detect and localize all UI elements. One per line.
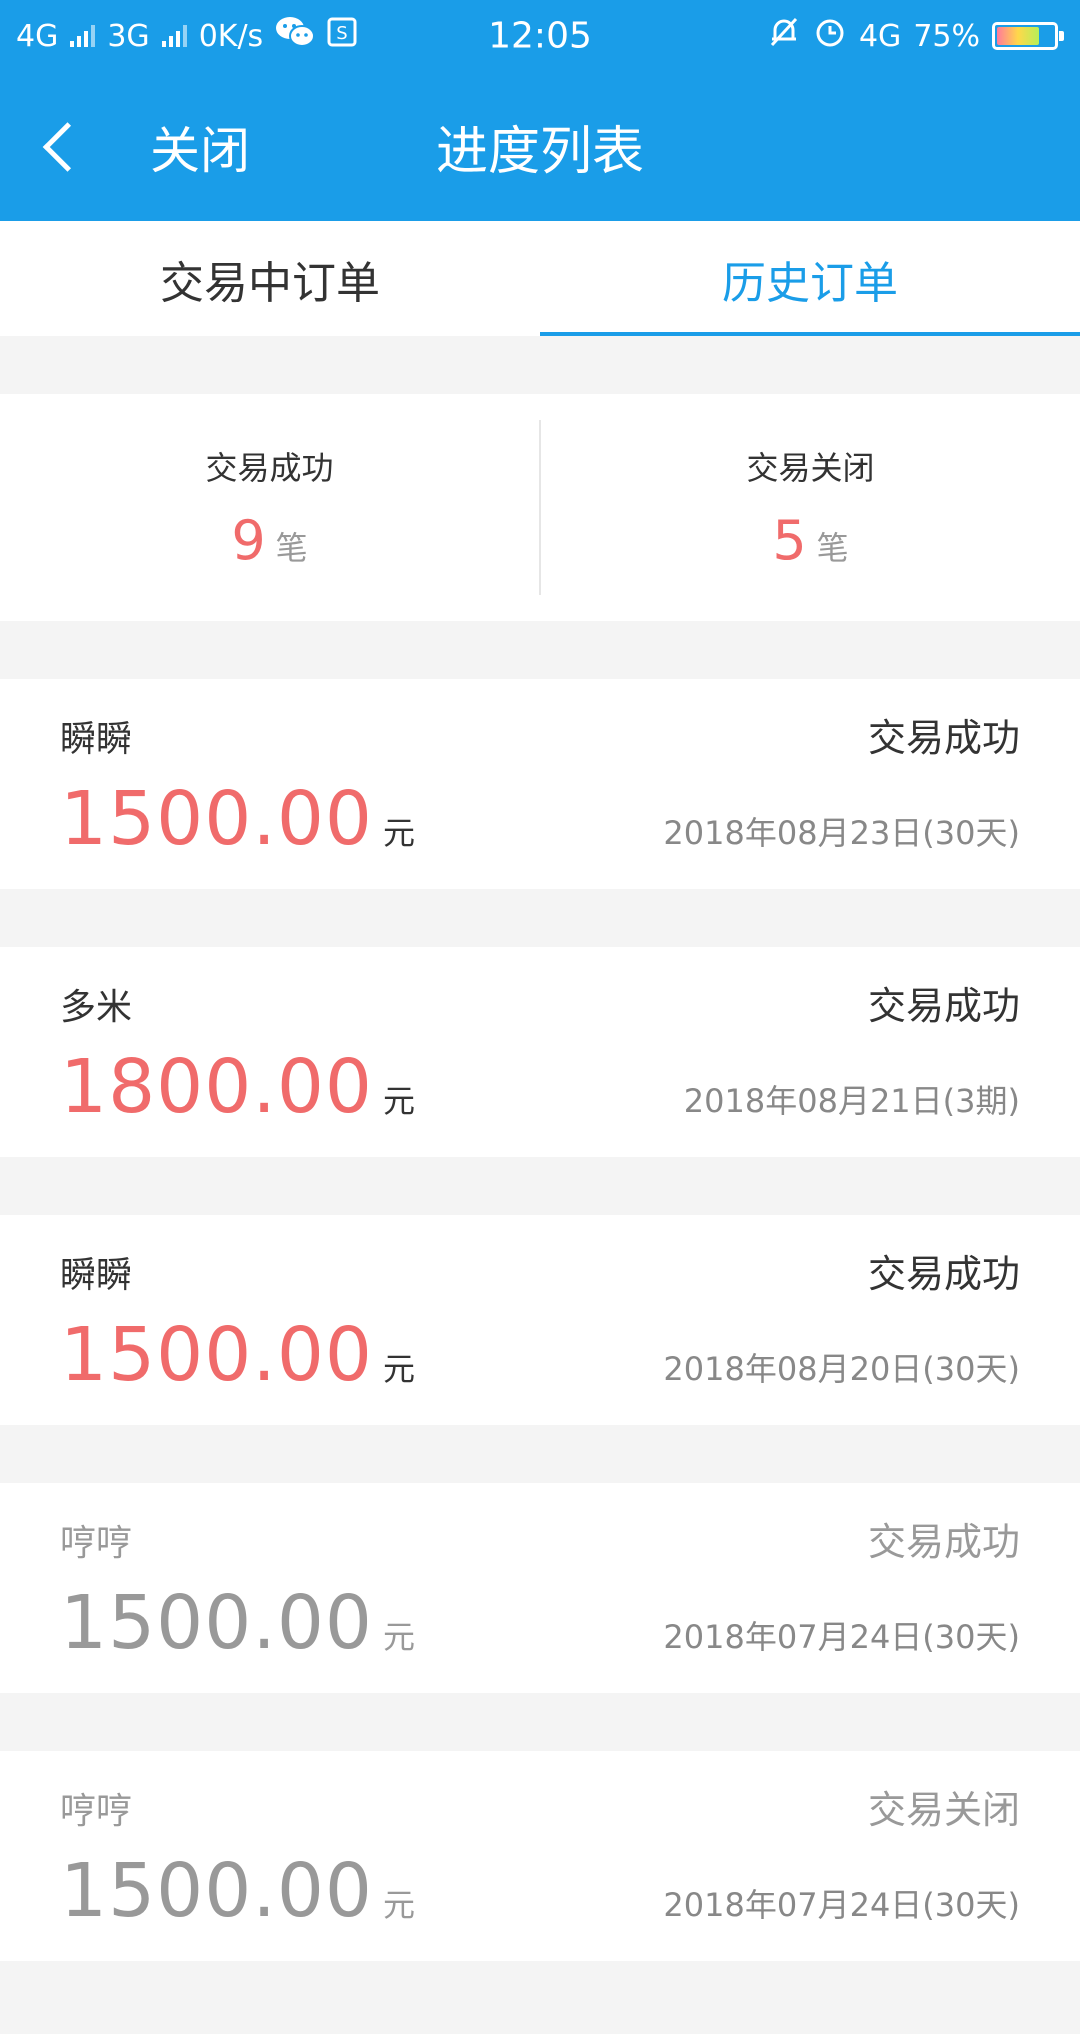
back-arrow-icon[interactable] <box>42 121 93 172</box>
order-status: 交易成功 <box>867 1520 1020 1564</box>
alarm-icon <box>813 15 847 57</box>
mute-bell-icon <box>767 15 801 57</box>
order-name: 哼哼 <box>60 1523 133 1564</box>
tab-history-orders[interactable]: 历史订单 <box>540 221 1080 336</box>
order-currency: 元 <box>383 814 416 852</box>
summary-closed-unit: 笔 <box>816 529 849 567</box>
tab-trading-orders[interactable]: 交易中订单 <box>0 221 540 336</box>
order-currency: 元 <box>383 1350 416 1388</box>
order-card[interactable]: 瞬瞬 交易成功 1500.00 元 2018年08月20日(30天) <box>0 1215 1080 1425</box>
order-date: 2018年07月24日(30天) <box>663 1886 1020 1924</box>
order-amount: 1500.00 <box>60 1312 374 1398</box>
wechat-icon <box>275 15 316 57</box>
summary-success[interactable]: 交易成功 9笔 <box>0 443 539 572</box>
order-status: 交易成功 <box>867 1252 1020 1296</box>
nav-bar: 关闭 进度列表 <box>0 72 1080 221</box>
summary-success-count: 9 <box>231 509 266 572</box>
order-date: 2018年08月20日(30天) <box>663 1350 1020 1388</box>
order-amount: 1500.00 <box>60 1848 374 1934</box>
order-date: 2018年07月24日(30天) <box>663 1618 1020 1656</box>
order-status: 交易关闭 <box>867 1788 1020 1832</box>
order-amount: 1800.00 <box>60 1044 374 1130</box>
order-amount: 1500.00 <box>60 776 374 862</box>
order-currency: 元 <box>383 1886 416 1924</box>
order-amount: 1500.00 <box>60 1580 374 1666</box>
page-title: 进度列表 <box>435 122 645 182</box>
network-label-2: 3G <box>107 18 150 54</box>
order-date: 2018年08月23日(30天) <box>663 814 1020 852</box>
order-status: 交易成功 <box>867 716 1020 760</box>
order-currency: 元 <box>383 1082 416 1120</box>
network-label-3: 4G <box>858 18 902 54</box>
order-card[interactable]: 哼哼 交易关闭 1500.00 元 2018年07月24日(30天) <box>0 1751 1080 1961</box>
clock: 12:05 <box>488 15 592 57</box>
order-name: 哼哼 <box>60 1791 133 1832</box>
order-name: 瞬瞬 <box>60 1255 133 1296</box>
svg-text:S: S <box>336 23 347 44</box>
order-tabs: 交易中订单 历史订单 <box>0 221 1080 336</box>
summary-closed-label: 交易关闭 <box>746 449 875 487</box>
top-bar: 4G 3G 0K/s S 12:05 4G 75% 关闭 进度列表 <box>0 0 1080 221</box>
battery-percent: 75% <box>913 18 980 54</box>
order-currency: 元 <box>383 1618 416 1656</box>
signal-icon <box>161 25 187 47</box>
order-card[interactable]: 哼哼 交易成功 1500.00 元 2018年07月24日(30天) <box>0 1483 1080 1693</box>
network-label-1: 4G <box>16 18 59 54</box>
order-card[interactable]: 多米 交易成功 1800.00 元 2018年08月21日(3期) <box>0 947 1080 1157</box>
order-date: 2018年08月21日(3期) <box>683 1082 1020 1120</box>
summary-closed[interactable]: 交易关闭 5笔 <box>541 443 1080 572</box>
summary-closed-count: 5 <box>772 509 807 572</box>
status-bar: 4G 3G 0K/s S 12:05 4G 75% <box>0 0 1080 72</box>
order-name: 多米 <box>60 987 133 1028</box>
battery-icon <box>992 22 1064 50</box>
order-summary: 交易成功 9笔 交易关闭 5笔 <box>0 394 1080 621</box>
close-button[interactable]: 关闭 <box>150 111 250 183</box>
signal-icon <box>70 25 96 47</box>
sim-s-icon: S <box>327 17 357 55</box>
network-speed: 0K/s <box>198 18 264 54</box>
summary-success-unit: 笔 <box>275 529 308 567</box>
order-card[interactable]: 瞬瞬 交易成功 1500.00 元 2018年08月23日(30天) <box>0 679 1080 889</box>
order-list: 瞬瞬 交易成功 1500.00 元 2018年08月23日(30天) 多米 交易成… <box>0 679 1080 1961</box>
summary-success-label: 交易成功 <box>205 449 334 487</box>
order-status: 交易成功 <box>867 984 1020 1028</box>
order-name: 瞬瞬 <box>60 719 133 760</box>
